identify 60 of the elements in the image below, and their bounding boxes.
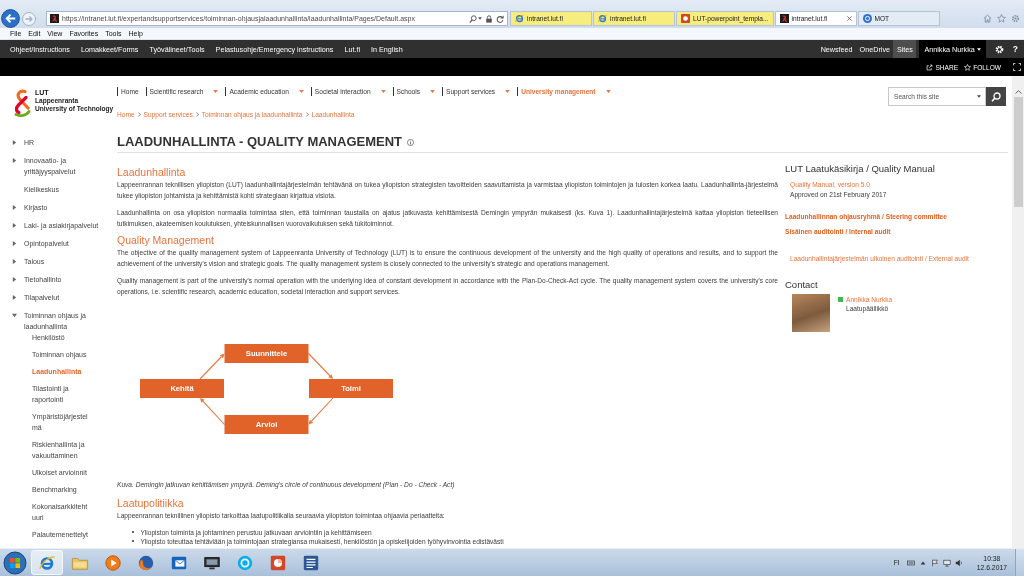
caret-down-icon[interactable] [977, 95, 981, 98]
chevron-right-icon [137, 111, 141, 117]
fullscreen-icon[interactable] [1013, 63, 1021, 71]
scroll-up-icon[interactable] [1014, 90, 1022, 94]
speaker-icon[interactable] [954, 558, 963, 567]
chevron-right-icon [305, 111, 309, 117]
lock-icon[interactable] [485, 14, 493, 23]
chevron-right-icon [195, 111, 199, 117]
site-favicon-icon [50, 14, 59, 23]
triangle-right-icon[interactable] [12, 140, 17, 145]
logo-mark-icon[interactable] [12, 89, 31, 117]
network-icon[interactable] [942, 558, 951, 567]
web-page-icon [598, 14, 607, 23]
cycle-arrow [308, 397, 334, 425]
browser-icon [38, 553, 56, 572]
search-icon [991, 91, 1001, 102]
info-icon[interactable] [407, 138, 414, 146]
section-heading: Laadunhallinta [117, 165, 187, 179]
site-favicon-icon [779, 14, 789, 23]
contact-heading: Contact [785, 277, 818, 292]
page-title: LAADUNHALLINTA - QUALITY MANAGEMENT [117, 134, 402, 150]
star-icon [964, 63, 972, 71]
caret-down-icon[interactable] [478, 17, 482, 20]
help-button[interactable]: ? [1012, 40, 1024, 58]
globe-icon [137, 553, 155, 572]
slides-icon [269, 553, 287, 572]
start-orb-icon[interactable] [3, 550, 27, 575]
flag-icon[interactable] [930, 558, 939, 567]
search-icon[interactable] [469, 14, 477, 23]
play-icon [104, 553, 122, 572]
cycle-arrow [200, 398, 226, 426]
triangle-right-icon[interactable] [12, 158, 17, 163]
document-icon [302, 553, 320, 572]
panel-title: LUT Laatukäsikirja / Quality Manual [785, 161, 935, 175]
section-heading: Laatupolitiikka [117, 496, 185, 510]
back-icon[interactable] [1, 9, 20, 28]
keyboard-icon[interactable] [906, 558, 915, 567]
share-icon [926, 63, 934, 71]
scrollbar[interactable] [1012, 76, 1024, 548]
close-icon[interactable] [846, 16, 852, 21]
circle-logo-icon [862, 14, 872, 23]
web-page-icon [515, 14, 524, 23]
search-button[interactable] [986, 87, 1006, 106]
cycle-arrow [307, 352, 333, 379]
scrollbar-thumb[interactable] [1013, 97, 1023, 207]
triangle-right-icon[interactable] [12, 223, 17, 228]
cycle-arrow [199, 353, 225, 380]
triangle-right-icon[interactable] [12, 205, 17, 210]
star-icon[interactable] [997, 14, 1006, 23]
section-heading: Quality Management [117, 233, 215, 247]
triangle-right-icon[interactable] [12, 295, 17, 300]
refresh-icon[interactable] [496, 14, 504, 23]
triangle-right-icon[interactable] [12, 241, 17, 246]
chat-icon [236, 553, 254, 572]
caret-down-icon [976, 47, 981, 51]
triangle-right-icon[interactable] [12, 277, 17, 282]
triangle-down-icon[interactable] [12, 313, 17, 318]
slides-icon [681, 14, 690, 23]
triangle-right-icon[interactable] [12, 259, 17, 264]
photo-placeholder [792, 293, 830, 332]
